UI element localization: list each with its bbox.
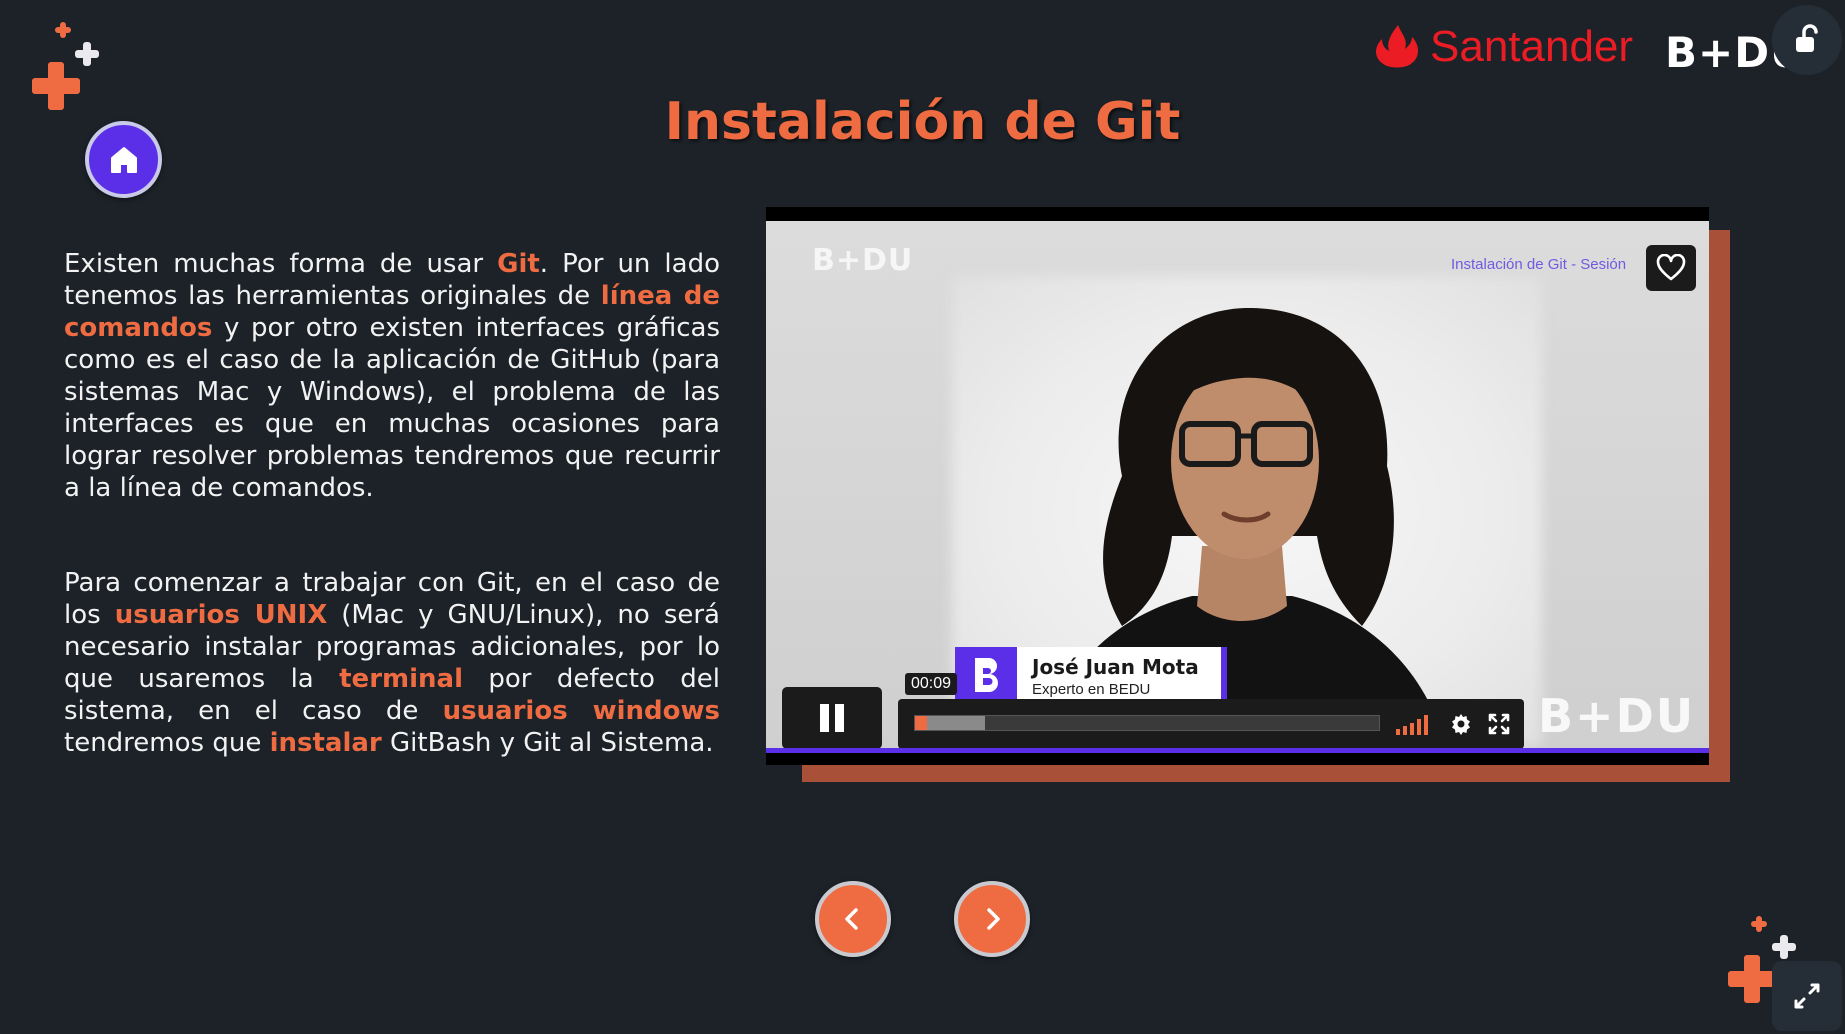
- unlock-button[interactable]: [1772, 5, 1842, 75]
- pause-icon: [820, 704, 844, 732]
- video-watermark: B+DU: [812, 243, 914, 278]
- bedu-b-icon: [975, 658, 998, 692]
- highlight-git: Git: [497, 249, 540, 279]
- video-controls: [898, 699, 1524, 749]
- video-screen[interactable]: B+DU B+DU Instalación de Git - Sesión Jo…: [766, 221, 1709, 753]
- text-segment: GitBash y Git al Sistema.: [381, 728, 714, 758]
- highlight-unix-users: usuarios UNIX: [114, 600, 328, 630]
- pause-button[interactable]: [782, 687, 882, 749]
- decor-plus-large: [1728, 955, 1776, 1003]
- santander-flame-icon: [1376, 25, 1418, 68]
- page-title: Instalación de Git: [664, 92, 1181, 152]
- expand-icon: [1794, 983, 1820, 1009]
- current-time-tooltip: 00:09: [905, 673, 958, 695]
- presenter-name: José Juan Mota: [1032, 655, 1199, 679]
- settings-button[interactable]: [1448, 711, 1474, 737]
- bedu-b-logo: [955, 647, 1017, 701]
- video-accent-bar: [766, 748, 1709, 753]
- previous-slide-button[interactable]: [815, 881, 891, 957]
- highlight-install: instalar: [269, 728, 382, 758]
- progress-bar[interactable]: [914, 715, 1380, 731]
- gear-icon: [1452, 714, 1470, 735]
- highlight-windows-users: usuarios windows: [442, 696, 721, 726]
- presenter-role: Experto en BEDU: [1032, 681, 1151, 698]
- expand-button[interactable]: [1772, 961, 1842, 1031]
- video-title: Instalación de Git - Sesión: [1451, 256, 1627, 273]
- intro-paragraph: Existen muchas forma de usar Git. Por un…: [64, 248, 720, 504]
- next-slide-button[interactable]: [954, 881, 1030, 957]
- highlight-terminal: terminal: [339, 664, 463, 694]
- progress-played: [915, 716, 927, 730]
- text-segment: tendremos que: [64, 728, 270, 758]
- presenter-lower-third: José Juan Mota Experto en BEDU: [955, 647, 1227, 701]
- volume-bars-icon[interactable]: [1394, 713, 1434, 735]
- video-player[interactable]: B+DU B+DU Instalación de Git - Sesión Jo…: [766, 207, 1709, 765]
- chevron-left-icon: [845, 908, 858, 930]
- chevron-right-icon: [987, 908, 1000, 930]
- favorite-button[interactable]: [1646, 245, 1696, 291]
- install-paragraph: Para comenzar a trabajar con Git, en el …: [64, 567, 720, 759]
- santander-wordmark: Santander: [1430, 22, 1634, 71]
- unlock-icon: [1796, 24, 1818, 52]
- santander-logo: Santander: [1372, 22, 1633, 72]
- video-watermark-large: B+DU: [1538, 689, 1696, 743]
- text-segment: Existen muchas forma de usar: [64, 249, 498, 279]
- fullscreen-button[interactable]: [1486, 711, 1512, 737]
- fullscreen-icon: [1488, 713, 1510, 735]
- decor-plus-small: [1751, 916, 1767, 932]
- heart-icon: [1656, 254, 1686, 281]
- decor-plus-small: [55, 22, 71, 38]
